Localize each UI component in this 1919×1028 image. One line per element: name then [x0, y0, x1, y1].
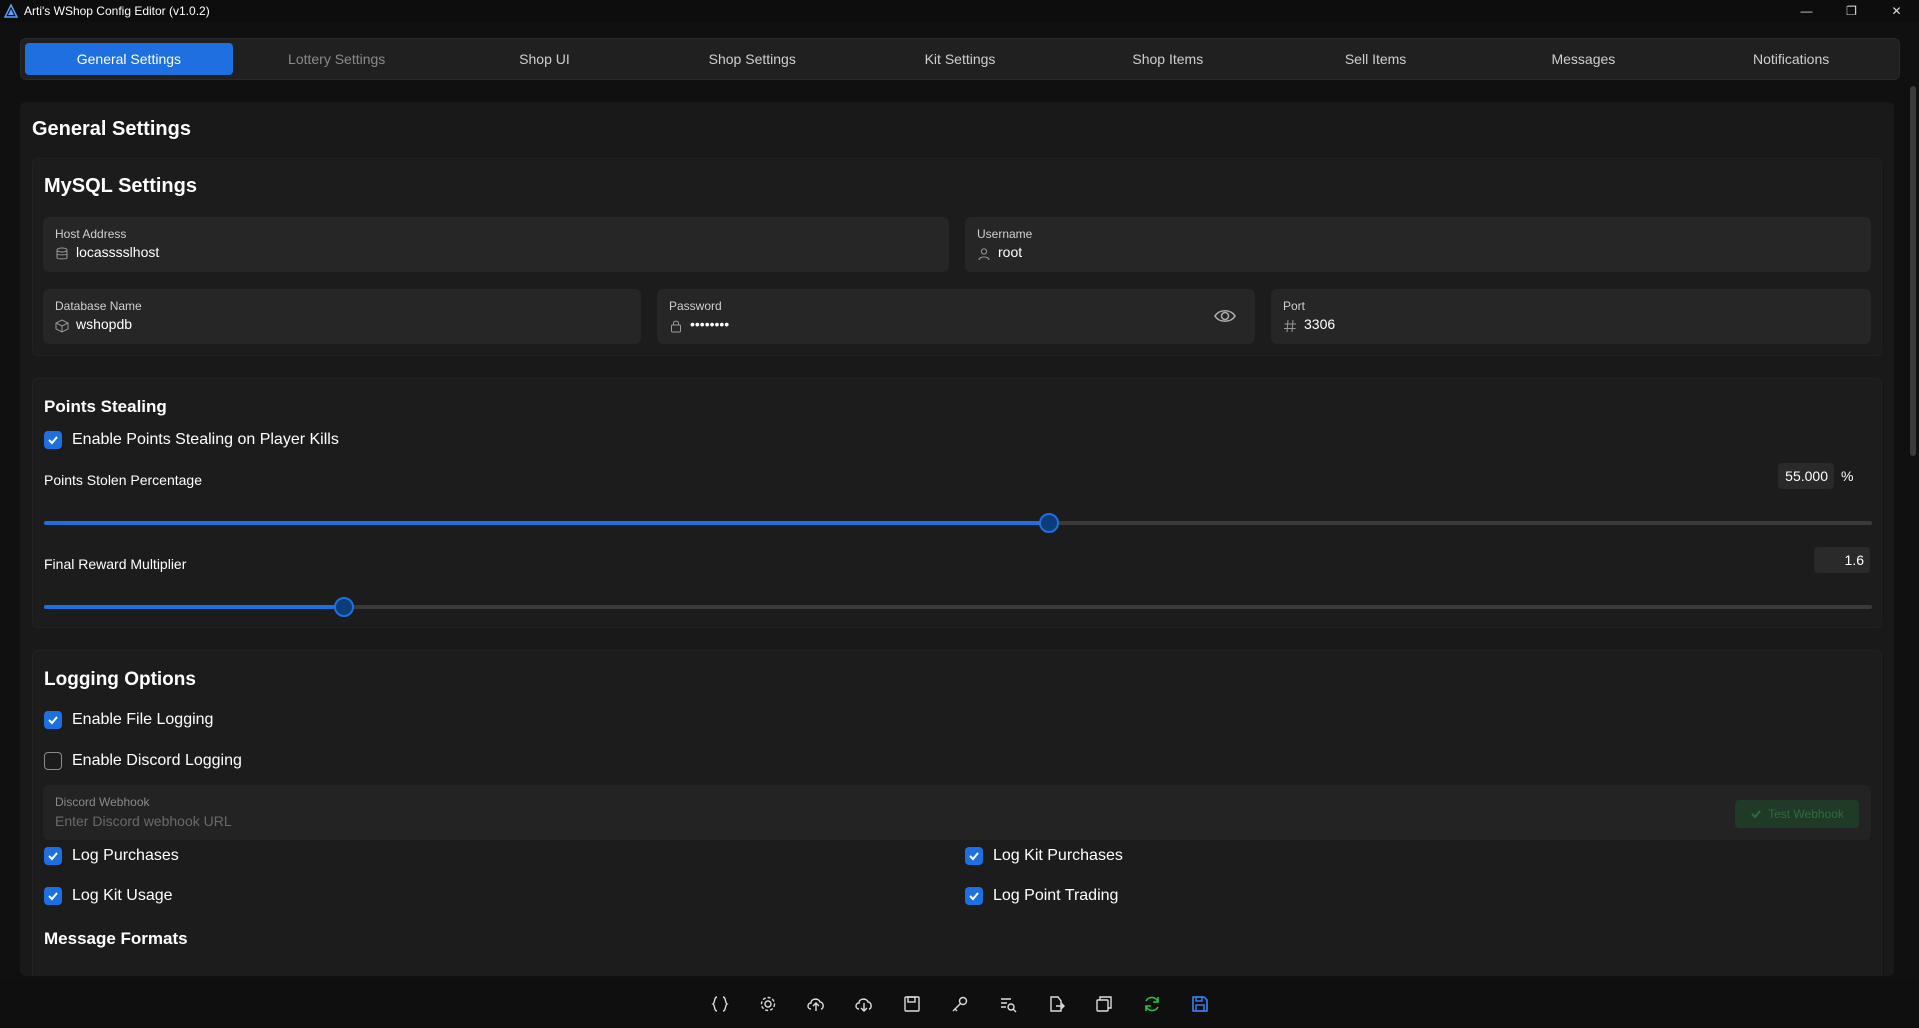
tab-shop-items[interactable]: Shop Items — [1064, 43, 1272, 75]
points-stealing-toggle-row[interactable]: Enable Points Stealing on Player Kills — [44, 431, 339, 449]
log-purchases-row[interactable]: Log Purchases — [44, 847, 179, 865]
cube-icon — [55, 319, 69, 333]
vertical-scrollbar[interactable] — [1910, 86, 1916, 456]
file-logging-checkbox[interactable] — [44, 711, 62, 729]
minimize-button[interactable]: — — [1784, 0, 1829, 22]
hash-icon — [1284, 319, 1296, 333]
download-cloud-icon[interactable] — [851, 991, 877, 1017]
mysql-title: MySQL Settings — [44, 175, 197, 197]
save-file-icon[interactable] — [899, 991, 925, 1017]
check-icon — [1751, 810, 1761, 819]
maximize-button[interactable]: ❐ — [1829, 0, 1874, 22]
reward-multiplier-slider[interactable] — [44, 597, 1872, 617]
log-point-trading-row[interactable]: Log Point Trading — [965, 887, 1118, 905]
test-webhook-button[interactable]: Test Webhook — [1735, 800, 1859, 828]
password-input[interactable]: •••••••• — [690, 316, 729, 332]
discord-logging-checkbox[interactable] — [44, 752, 62, 770]
host-field[interactable]: Host Address locasssslhost — [43, 217, 949, 272]
lock-icon — [671, 320, 681, 333]
user-icon — [978, 248, 990, 261]
logging-section: Logging Options Enable File Logging Enab… — [32, 650, 1882, 976]
username-label: Username — [977, 227, 1033, 241]
points-stolen-label: Points Stolen Percentage — [44, 472, 202, 488]
log-kit-usage-label: Log Kit Usage — [72, 887, 173, 904]
logging-title: Logging Options — [44, 669, 196, 690]
tab-kit-settings[interactable]: Kit Settings — [856, 43, 1064, 75]
log-kit-usage-checkbox[interactable] — [44, 887, 62, 905]
points-stealing-label: Enable Points Stealing on Player Kills — [72, 431, 339, 448]
log-point-trading-checkbox[interactable] — [965, 887, 983, 905]
file-logging-row[interactable]: Enable File Logging — [44, 711, 213, 729]
host-input[interactable]: locasssslhost — [76, 244, 159, 260]
discord-logging-label: Enable Discord Logging — [72, 752, 242, 769]
port-field[interactable]: Port 3306 — [1271, 289, 1871, 344]
log-kit-usage-row[interactable]: Log Kit Usage — [44, 887, 173, 905]
database-name-input[interactable]: wshopdb — [76, 316, 132, 332]
webhook-input[interactable]: Enter Discord webhook URL — [55, 813, 232, 829]
braces-icon[interactable] — [707, 991, 733, 1017]
tab-bar: General Settings Lottery Settings Shop U… — [20, 38, 1900, 80]
username-input[interactable]: root — [998, 244, 1022, 260]
app-logo-icon — [4, 4, 18, 18]
search-doc-icon[interactable] — [995, 991, 1021, 1017]
log-kit-purchases-label: Log Kit Purchases — [993, 847, 1123, 864]
reward-multiplier-label: Final Reward Multiplier — [44, 556, 187, 572]
show-password-eye-icon[interactable] — [1213, 305, 1237, 327]
settings-icon[interactable] — [755, 991, 781, 1017]
save-icon[interactable] — [1187, 991, 1213, 1017]
export-icon[interactable] — [1043, 991, 1069, 1017]
title-bar: Arti's WShop Config Editor (v1.0.2) — ❐ … — [0, 0, 1919, 22]
copy-icon[interactable] — [1091, 991, 1117, 1017]
reward-multiplier-thumb[interactable] — [333, 597, 354, 617]
test-webhook-label: Test Webhook — [1768, 807, 1844, 821]
password-label: Password — [669, 299, 722, 313]
port-label: Port — [1283, 299, 1306, 313]
port-input[interactable]: 3306 — [1304, 316, 1335, 332]
database-name-label: Database Name — [55, 299, 142, 313]
discord-logging-row[interactable]: Enable Discord Logging — [44, 752, 242, 770]
log-kit-purchases-checkbox[interactable] — [965, 847, 983, 865]
points-stealing-title: Points Stealing — [44, 397, 167, 416]
close-button[interactable]: ✕ — [1874, 0, 1919, 22]
log-kit-purchases-row[interactable]: Log Kit Purchases — [965, 847, 1123, 865]
tab-notifications[interactable]: Notifications — [1687, 43, 1895, 75]
discord-webhook-field[interactable]: Discord Webhook Enter Discord webhook UR… — [43, 785, 1871, 840]
content-panel: General Settings MySQL Settings Host Add… — [20, 102, 1894, 976]
webhook-label: Discord Webhook — [55, 795, 150, 809]
tab-shop-settings[interactable]: Shop Settings — [648, 43, 856, 75]
points-stolen-slider[interactable] — [44, 513, 1872, 533]
database-icon — [56, 247, 68, 260]
points-stealing-checkbox[interactable] — [44, 431, 62, 449]
bottom-toolbar — [0, 980, 1919, 1028]
log-purchases-checkbox[interactable] — [44, 847, 62, 865]
password-field[interactable]: Password •••••••• — [657, 289, 1255, 344]
page-title: General Settings — [32, 118, 191, 140]
window-title: Arti's WShop Config Editor (v1.0.2) — [24, 4, 210, 18]
key-icon[interactable] — [947, 991, 973, 1017]
database-name-field[interactable]: Database Name wshopdb — [43, 289, 641, 344]
file-logging-label: Enable File Logging — [72, 711, 214, 728]
tab-general-settings[interactable]: General Settings — [25, 43, 233, 75]
refresh-icon[interactable] — [1139, 991, 1165, 1017]
tab-lottery-settings[interactable]: Lottery Settings — [233, 43, 441, 75]
reward-multiplier-fill — [44, 605, 344, 609]
username-field[interactable]: Username root — [965, 217, 1871, 272]
points-stolen-thumb[interactable] — [1039, 513, 1060, 533]
log-point-trading-label: Log Point Trading — [993, 887, 1119, 904]
message-formats-title: Message Formats — [44, 929, 188, 948]
tab-sell-items[interactable]: Sell Items — [1272, 43, 1480, 75]
percent-unit: % — [1841, 468, 1854, 484]
tab-shop-ui[interactable]: Shop UI — [441, 43, 649, 75]
host-label: Host Address — [55, 227, 127, 241]
mysql-section: MySQL Settings Host Address locasssslhos… — [32, 158, 1882, 356]
points-stolen-input[interactable]: 55.000 — [1778, 463, 1834, 489]
points-stolen-fill — [44, 521, 1050, 525]
log-purchases-label: Log Purchases — [72, 847, 179, 864]
upload-cloud-icon[interactable] — [803, 991, 829, 1017]
tab-messages[interactable]: Messages — [1479, 43, 1687, 75]
points-stealing-section: Points Stealing Enable Points Stealing o… — [32, 378, 1882, 628]
reward-multiplier-input[interactable]: 1.6 — [1814, 547, 1870, 573]
